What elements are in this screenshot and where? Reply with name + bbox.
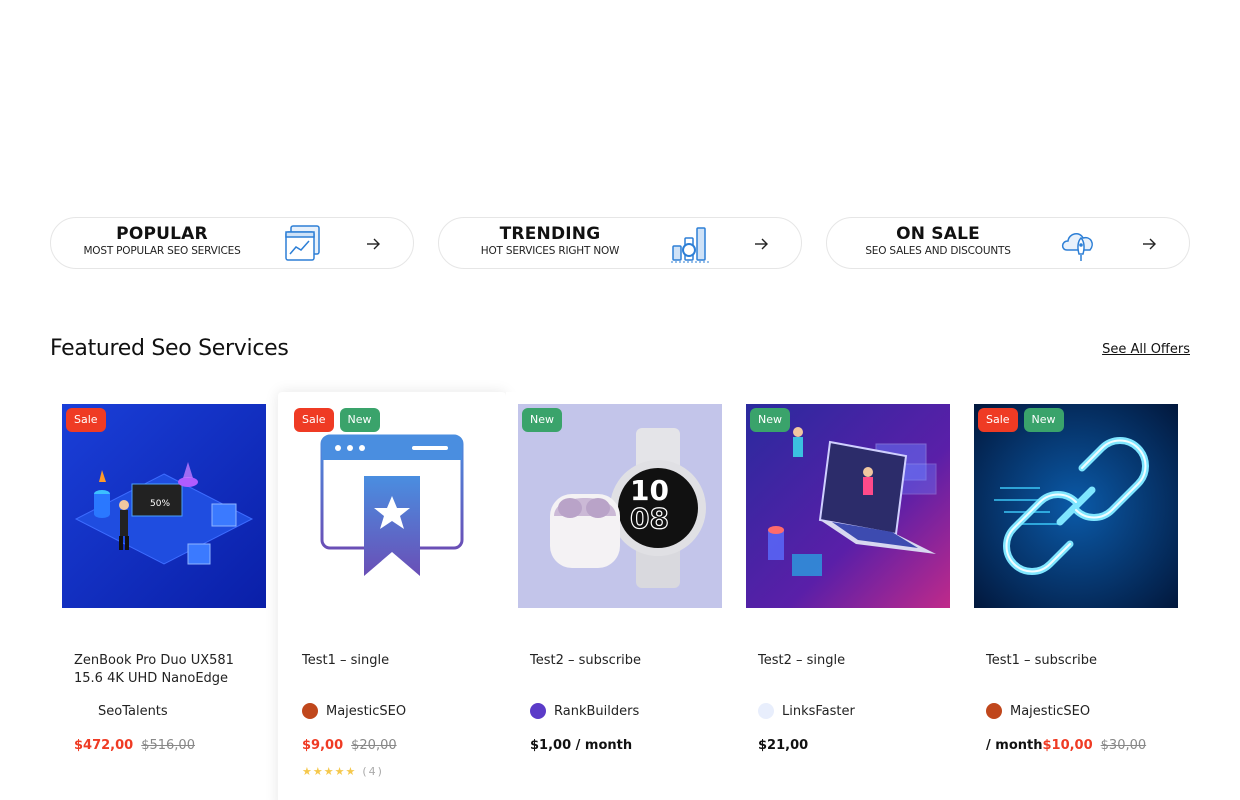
old-price: $20,00 [351,738,397,753]
cloud-rocket-icon [1061,233,1093,261]
product-name[interactable]: Test1 – single [302,652,488,670]
sale-badge: Sale [294,408,334,432]
product-card[interactable]: New Test2 – single LinksFaster $21,00 [734,392,962,800]
price: $1,00 / month [530,738,632,753]
badges: New [522,408,562,432]
sale-badge: Sale [978,408,1018,432]
badges: New [750,408,790,432]
old-price: $30,00 [1100,738,1147,753]
category-row: POPULAR MOST POPULAR SEO SERVICES TRENDI… [50,217,1190,269]
vendor[interactable]: MajesticSEO [302,703,406,719]
new-badge: New [750,408,790,432]
badges: Sale New [978,408,1064,432]
current-price: $1,00 / month [530,738,633,753]
svg-text:08: 08 [630,502,669,535]
vendor-name: MajesticSEO [1010,703,1091,719]
category-text: ON SALE SEO SALES AND DISCOUNTS [827,224,1049,258]
rating: ★★★★★ (4) [302,765,384,778]
product-name[interactable]: Test2 – single [758,652,944,670]
product-name[interactable]: Test2 – subscribe [530,652,716,670]
vendor-name: RankBuilders [554,703,640,719]
old-price: $516,00 [141,738,195,753]
vendor-avatar [986,703,1002,719]
vendor-name: SeoTalents [98,703,168,719]
vendor[interactable]: RankBuilders [530,703,639,719]
product-image[interactable] [746,404,950,608]
sale-badge: Sale [66,408,106,432]
category-text: POPULAR MOST POPULAR SEO SERVICES [51,224,273,258]
current-price: $21,00 [758,738,809,753]
category-subtitle: HOT SERVICES RIGHT NOW [480,245,620,257]
product-name[interactable]: ZenBook Pro Duo UX581 15.6 4K UHD NanoEd… [74,652,260,688]
section-title: Featured Seo Services [50,336,289,361]
price: $21,00 [758,738,808,753]
price: $472,00 $516,00 [74,738,195,753]
vendor-avatar [758,703,774,719]
see-all-offers-link[interactable]: See All Offers [1102,342,1190,357]
product-image[interactable]: 50% [62,404,266,608]
svg-text:50%: 50% [150,499,170,509]
product-image[interactable]: 10 08 [518,404,722,608]
rating-count: (4) [362,765,384,778]
category-popular[interactable]: POPULAR MOST POPULAR SEO SERVICES [50,217,414,269]
product-image[interactable] [290,404,494,608]
new-badge: New [522,408,562,432]
product-card[interactable]: 10 08 New Test2 – subscribe RankBuilders… [506,392,734,800]
vendor-avatar [530,703,546,719]
category-on-sale[interactable]: ON SALE SEO SALES AND DISCOUNTS [826,217,1190,269]
star-icons: ★★★★★ [302,765,357,778]
current-price: $9,00 [302,738,344,753]
vendor-avatar [302,703,318,719]
new-badge: New [1023,408,1064,432]
badges: Sale [66,408,106,432]
product-card[interactable]: Sale New Test1 – single MajesticSEO $9,0… [278,392,506,800]
arrow-right-icon[interactable] [365,236,381,252]
product-name[interactable]: Test1 – subscribe [986,652,1172,670]
category-subtitle: MOST POPULAR SEO SERVICES [83,245,241,257]
vendor[interactable]: SeoTalents [74,703,168,719]
price-period: / month [986,738,1043,753]
vendor-name: LinksFaster [782,703,855,719]
arrow-right-icon[interactable] [1141,236,1157,252]
product-card[interactable]: 50% Sale ZenBook Pro Duo UX581 15.6 4K U… [50,392,278,800]
category-title: TRENDING [499,224,601,244]
category-trending[interactable]: TRENDING HOT SERVICES RIGHT NOW [438,217,802,269]
price: / month$10,00 $30,00 [986,738,1146,753]
chart-window-icon [285,225,320,261]
category-title: POPULAR [116,224,208,244]
product-image[interactable] [974,404,1178,608]
new-badge: New [339,408,380,432]
bar-search-icon [671,227,709,263]
current-price: $472,00 [74,738,134,753]
product-card[interactable]: Sale New Test1 – subscribe MajesticSEO /… [962,392,1190,800]
current-price: $10,00 [1042,738,1093,753]
vendor-name: MajesticSEO [326,703,407,719]
category-subtitle: SEO SALES AND DISCOUNTS [865,245,1011,257]
vendor[interactable]: MajesticSEO [986,703,1090,719]
category-text: TRENDING HOT SERVICES RIGHT NOW [439,224,661,258]
price: $9,00 $20,00 [302,738,397,753]
category-title: ON SALE [896,224,980,244]
arrow-right-icon[interactable] [753,236,769,252]
vendor-avatar [74,703,90,719]
vendor[interactable]: LinksFaster [758,703,855,719]
badges: Sale New [294,408,380,432]
